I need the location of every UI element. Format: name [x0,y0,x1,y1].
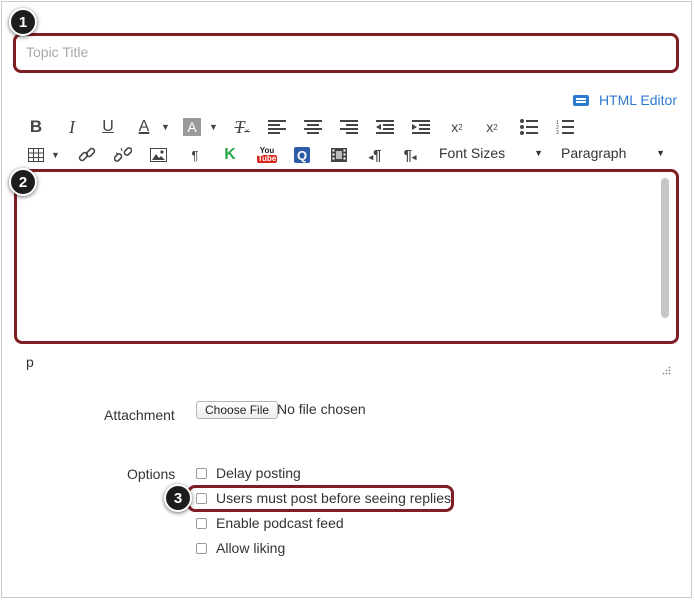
align-center-icon[interactable] [304,116,322,138]
superscript-glyph: x [451,119,459,135]
choose-file-button[interactable]: Choose File [196,401,279,419]
attachment-label: Attachment [104,407,175,423]
option-delay-posting[interactable]: Delay posting [196,465,301,481]
editor-path-label: p [26,354,34,370]
ltr-button[interactable]: ◂ ¶ [366,144,384,166]
unlink-icon[interactable] [114,144,132,166]
subscript-mark: 2 [493,122,498,132]
font-sizes-chevron-down-icon: ▼ [534,148,543,158]
option-allow-liking[interactable]: Allow liking [196,540,285,556]
image-icon[interactable] [150,144,167,166]
align-right-icon[interactable] [340,116,358,138]
delay-posting-checkbox[interactable] [196,467,207,479]
callout-box-editor [14,169,679,344]
callout-badge-3: 3 [164,484,192,512]
file-status-text: No file chosen [277,401,366,417]
subscript-glyph: x [486,119,494,135]
keyboard-icon [572,94,589,106]
youtube-icon[interactable]: You Tube [256,144,278,166]
subscript-button[interactable]: x2 [483,116,501,138]
media-icon[interactable] [331,144,347,166]
font-color-button[interactable]: A [134,116,154,138]
superscript-mark: 2 [458,122,463,132]
resize-handle-icon[interactable] [662,366,671,375]
paragraph-format-chevron-down-icon: ▼ [656,148,665,158]
indent-icon[interactable] [412,116,430,138]
outdent-icon[interactable] [376,116,394,138]
link-icon[interactable] [78,144,96,166]
enable-podcast-checkbox[interactable] [196,517,207,529]
rtl-button[interactable]: ¶ ◂ [401,144,419,166]
numbered-list-icon[interactable]: 1 2 3 [556,116,574,138]
align-left-icon[interactable] [268,116,286,138]
font-sizes-dropdown[interactable]: Font Sizes ▼ [439,145,543,161]
delay-posting-label: Delay posting [216,465,301,481]
clear-format-button[interactable]: T × [231,116,253,138]
html-editor-link[interactable]: HTML Editor [572,92,677,108]
paragraph-format-label: Paragraph [561,145,627,161]
callout-badge-2: 2 [9,168,37,196]
option-enable-podcast[interactable]: Enable podcast feed [196,515,344,531]
superscript-button[interactable]: x2 [448,116,466,138]
topic-title-input[interactable] [22,40,670,64]
paragraph-mark-button[interactable]: ¶ [188,144,202,166]
clear-format-glyph: T [234,116,245,137]
quizlet-icon[interactable]: Q [294,147,310,163]
underline-button[interactable]: U [98,116,118,138]
font-color-chevron-down-icon[interactable]: ▼ [161,122,170,132]
background-color-chevron-down-icon[interactable]: ▼ [209,122,218,132]
table-chevron-down-icon[interactable]: ▼ [51,150,60,160]
ltr-glyph: ¶ [373,146,382,164]
svg-text:3: 3 [556,130,559,136]
options-label: Options [127,466,176,482]
paragraph-format-dropdown[interactable]: Paragraph ▼ [561,145,665,161]
italic-button[interactable]: I [62,116,82,138]
bullet-list-icon[interactable] [520,116,538,138]
youtube-label-bottom: Tube [256,154,278,163]
bold-button[interactable]: B [26,116,46,138]
clear-x-icon: × [244,126,250,136]
allow-liking-label: Allow liking [216,540,286,556]
kaltura-icon[interactable]: K [223,144,237,166]
enable-podcast-label: Enable podcast feed [216,515,344,531]
callout-badge-1: 1 [9,8,37,36]
font-sizes-label: Font Sizes [439,145,506,161]
allow-liking-checkbox[interactable] [196,542,207,554]
rtl-glyph: ¶ [403,146,412,164]
rtl-arrow-icon: ◂ [411,151,417,162]
html-editor-label: HTML Editor [598,92,677,108]
table-icon[interactable] [28,144,44,166]
callout-box-users-must-post [187,485,454,512]
background-color-button[interactable]: A [183,118,201,136]
